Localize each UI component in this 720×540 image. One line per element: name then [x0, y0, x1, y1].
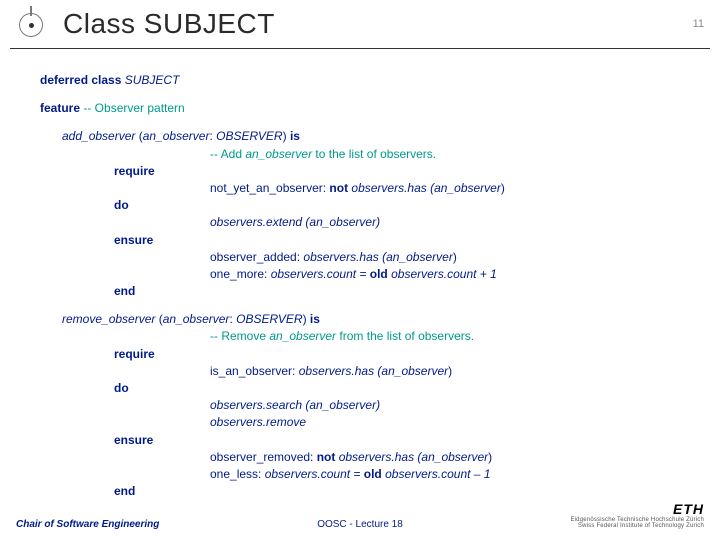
feature-comment: -- Observer pattern — [83, 101, 184, 115]
add-precondition: not_yet_an_observer: not observers.has (… — [210, 180, 706, 196]
remove-observer-signature: remove_observer (an_observer: OBSERVER) … — [62, 311, 706, 327]
eth-subtitle-2: Swiss Federal Institute of Technology Zu… — [570, 523, 704, 530]
page-number: 11 — [693, 18, 704, 30]
remove-postcondition-2: one_less: observers.count = old observer… — [210, 466, 706, 482]
eth-subtitle-1: Eidgenössische Technische Hochschule Zür… — [570, 517, 704, 524]
footer-eth: ETH Eidgenössische Technische Hochschule… — [570, 501, 704, 530]
remove-end-kw: end — [114, 483, 706, 499]
class-name: SUBJECT — [125, 73, 180, 87]
remove-body-2: observers.remove — [210, 414, 706, 430]
feature-clause: feature -- Observer pattern — [40, 100, 706, 116]
remove-postcondition-1: observer_removed: not observers.has (an_… — [210, 449, 706, 465]
remove-require-kw: require — [114, 346, 706, 362]
add-observer-comment: -- Add an_observer to the list of observ… — [210, 146, 706, 162]
add-body: observers.extend (an_observer) — [210, 214, 706, 230]
slide-title: Class SUBJECT — [63, 8, 275, 40]
footer-chair: Chair of Software Engineering — [16, 519, 159, 530]
ring-logo-icon — [15, 9, 45, 39]
slide-body: deferred class SUBJECT feature -- Observ… — [0, 49, 720, 499]
remove-ensure-kw: ensure — [114, 432, 706, 448]
remove-body-1: observers.search (an_observer) — [210, 397, 706, 413]
add-postcondition-2: one_more: observers.count = old observer… — [210, 266, 706, 282]
class-declaration: deferred class SUBJECT — [40, 72, 706, 88]
eth-logo-text: ETH — [570, 501, 704, 517]
add-do-kw: do — [114, 197, 706, 213]
remove-do-kw: do — [114, 380, 706, 396]
deferred-class-kw: deferred class — [40, 73, 121, 87]
add-require-kw: require — [114, 163, 706, 179]
slide-header: Class SUBJECT — [0, 0, 720, 46]
add-end-kw: end — [114, 283, 706, 299]
add-ensure-kw: ensure — [114, 232, 706, 248]
add-postcondition-1: observer_added: observers.has (an_observ… — [210, 249, 706, 265]
feature-kw: feature — [40, 101, 80, 115]
add-observer-signature: add_observer (an_observer: OBSERVER) is — [62, 128, 706, 144]
remove-observer-comment: -- Remove an_observer from the list of o… — [210, 328, 706, 344]
footer-lecture: OOSC - Lecture 18 — [317, 519, 403, 530]
remove-precondition: is_an_observer: observers.has (an_observ… — [210, 363, 706, 379]
